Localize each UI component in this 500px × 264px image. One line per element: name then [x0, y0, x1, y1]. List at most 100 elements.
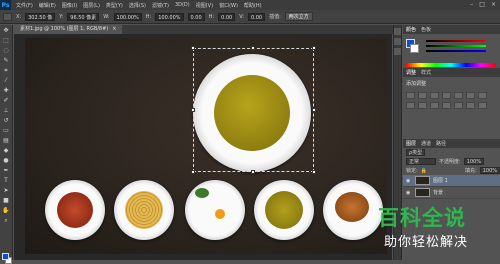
shape-tool-icon[interactable]: ■ [1, 196, 12, 205]
menu-item[interactable]: 图层(L) [83, 2, 100, 9]
menu-item[interactable]: 图像(I) [62, 2, 77, 9]
curves-icon[interactable] [430, 92, 439, 99]
tab-color[interactable]: 颜色 [406, 26, 416, 33]
lock-icon[interactable]: 🔒 [421, 168, 427, 174]
properties-panel-icon[interactable] [394, 38, 401, 45]
document-tab-bar: 素材1.jpg @ 100% (图层 1, RGB/8#) × [14, 25, 394, 34]
marquee-tool-icon[interactable]: ⬚ [1, 36, 12, 45]
fill-field[interactable]: 100% [479, 167, 500, 174]
visibility-eye-icon[interactable]: ◉ [406, 190, 412, 196]
document-tab[interactable]: 素材1.jpg @ 100% (图层 1, RGB/8#) × [14, 25, 123, 34]
eraser-tool-icon[interactable]: ▭ [1, 126, 12, 135]
hand-tool-icon[interactable]: ✋ [1, 206, 12, 215]
blue-slider[interactable] [426, 50, 486, 52]
tab-swatches[interactable]: 色板 [421, 26, 431, 33]
pen-tool-icon[interactable]: ✒ [1, 166, 12, 175]
foreground-color-swatch[interactable] [2, 253, 9, 260]
history-panel-icon[interactable] [394, 28, 401, 35]
tab-channels[interactable]: 通道 [421, 140, 431, 147]
transform-bounding-box[interactable] [193, 48, 314, 172]
color-bg-swatch[interactable] [410, 44, 419, 53]
transform-tool-icon[interactable] [3, 12, 12, 21]
color-balance-icon[interactable] [478, 92, 487, 99]
maximize-icon[interactable]: □ [479, 1, 485, 8]
layer-thumbnail [415, 176, 430, 185]
vibrance-icon[interactable] [454, 92, 463, 99]
interpolation-select[interactable]: 两次立方 [284, 12, 313, 21]
layer-row[interactable]: ◉ 图层 1 [403, 175, 500, 187]
menu-item[interactable]: 视图(V) [196, 2, 213, 9]
lookup-icon[interactable] [442, 102, 451, 109]
tab-paths[interactable]: 路径 [436, 140, 446, 147]
stamp-tool-icon[interactable]: ⊥ [1, 106, 12, 115]
handle-bl[interactable] [191, 170, 195, 174]
handle-mr[interactable] [312, 108, 316, 112]
blend-mode-select[interactable]: 正常 [406, 158, 436, 165]
document-canvas[interactable] [25, 38, 387, 254]
menu-item[interactable]: 3D(D) [175, 2, 190, 9]
blur-tool-icon[interactable]: ◆ [1, 146, 12, 155]
dodge-tool-icon[interactable]: ● [1, 156, 12, 165]
character-panel-icon[interactable] [394, 48, 401, 55]
handle-bm[interactable] [251, 170, 255, 174]
threshold-icon[interactable] [478, 102, 487, 109]
close-tab-icon[interactable]: × [112, 25, 116, 34]
crop-tool-icon[interactable]: ⌗ [1, 66, 12, 75]
egg-yolk [215, 209, 225, 219]
type-tool-icon[interactable]: T [1, 176, 12, 185]
layer-kind-filter[interactable]: ρ类型 [406, 149, 426, 156]
width-field[interactable]: 100.00% [113, 12, 142, 21]
tab-styles[interactable]: 样式 [421, 69, 431, 76]
close-icon[interactable]: × [491, 1, 496, 8]
handle-tm[interactable] [251, 46, 255, 50]
handle-ml[interactable] [191, 108, 195, 112]
layer-thumbnail [415, 188, 430, 197]
lasso-tool-icon[interactable]: ◌ [1, 46, 12, 55]
path-select-tool-icon[interactable]: ➤ [1, 186, 12, 195]
h-skew-field[interactable]: 0.00 [218, 12, 236, 21]
eyedropper-tool-icon[interactable]: ⁄ [1, 76, 12, 85]
move-tool-icon[interactable]: ✥ [1, 26, 12, 35]
opacity-field[interactable]: 100% [463, 158, 484, 165]
quick-select-tool-icon[interactable]: ✎ [1, 56, 12, 65]
levels-icon[interactable] [418, 92, 427, 99]
height-field[interactable]: 100.00% [155, 12, 184, 21]
history-brush-tool-icon[interactable]: ↺ [1, 116, 12, 125]
handle-tl[interactable] [191, 46, 195, 50]
bw-icon[interactable] [406, 102, 415, 109]
visibility-eye-icon[interactable]: ◉ [406, 178, 412, 184]
healing-tool-icon[interactable]: ✚ [1, 86, 12, 95]
tab-adjustments[interactable]: 调整 [406, 69, 416, 76]
gradient-tool-icon[interactable]: ▤ [1, 136, 12, 145]
angle-field[interactable]: 0.00 [187, 12, 205, 21]
handle-tr[interactable] [312, 46, 316, 50]
menu-item[interactable]: 帮助(H) [244, 2, 262, 9]
brightness-icon[interactable] [406, 92, 415, 99]
x-field[interactable]: 302.50 像 [25, 12, 56, 21]
tab-layers[interactable]: 图层 [406, 140, 416, 147]
brush-tool-icon[interactable]: ✐ [1, 96, 12, 105]
invert-icon[interactable] [454, 102, 463, 109]
color-ramp[interactable] [406, 63, 496, 67]
layer-row[interactable]: ◉ 背景 [403, 187, 500, 199]
hue-sat-icon[interactable] [466, 92, 475, 99]
y-field[interactable]: 96.50 像素 [67, 12, 100, 21]
red-slider[interactable] [426, 40, 486, 42]
handle-br[interactable] [312, 170, 316, 174]
minimize-icon[interactable]: – [470, 1, 473, 8]
window-controls: – □ × [470, 1, 496, 8]
menu-item[interactable]: 类型(Y) [106, 2, 123, 9]
channel-mixer-icon[interactable] [430, 102, 439, 109]
menu-item[interactable]: 窗口(W) [219, 2, 238, 9]
exposure-icon[interactable] [442, 92, 451, 99]
photo-filter-icon[interactable] [418, 102, 427, 109]
menu-item[interactable]: 编辑(E) [39, 2, 56, 9]
v-skew-field[interactable]: 0.00 [247, 12, 266, 21]
menu-item[interactable]: 文件(F) [16, 2, 33, 9]
menu-item[interactable]: 滤镜(T) [152, 2, 169, 9]
main-menu: 文件(F) 编辑(E) 图像(I) 图层(L) 类型(Y) 选择(S) 滤镜(T) 3D(D)… [16, 2, 262, 9]
green-slider[interactable] [426, 45, 486, 47]
menu-item[interactable]: 选择(S) [129, 2, 146, 9]
posterize-icon[interactable] [466, 102, 475, 109]
zoom-tool-icon[interactable]: ⌕ [1, 216, 12, 225]
